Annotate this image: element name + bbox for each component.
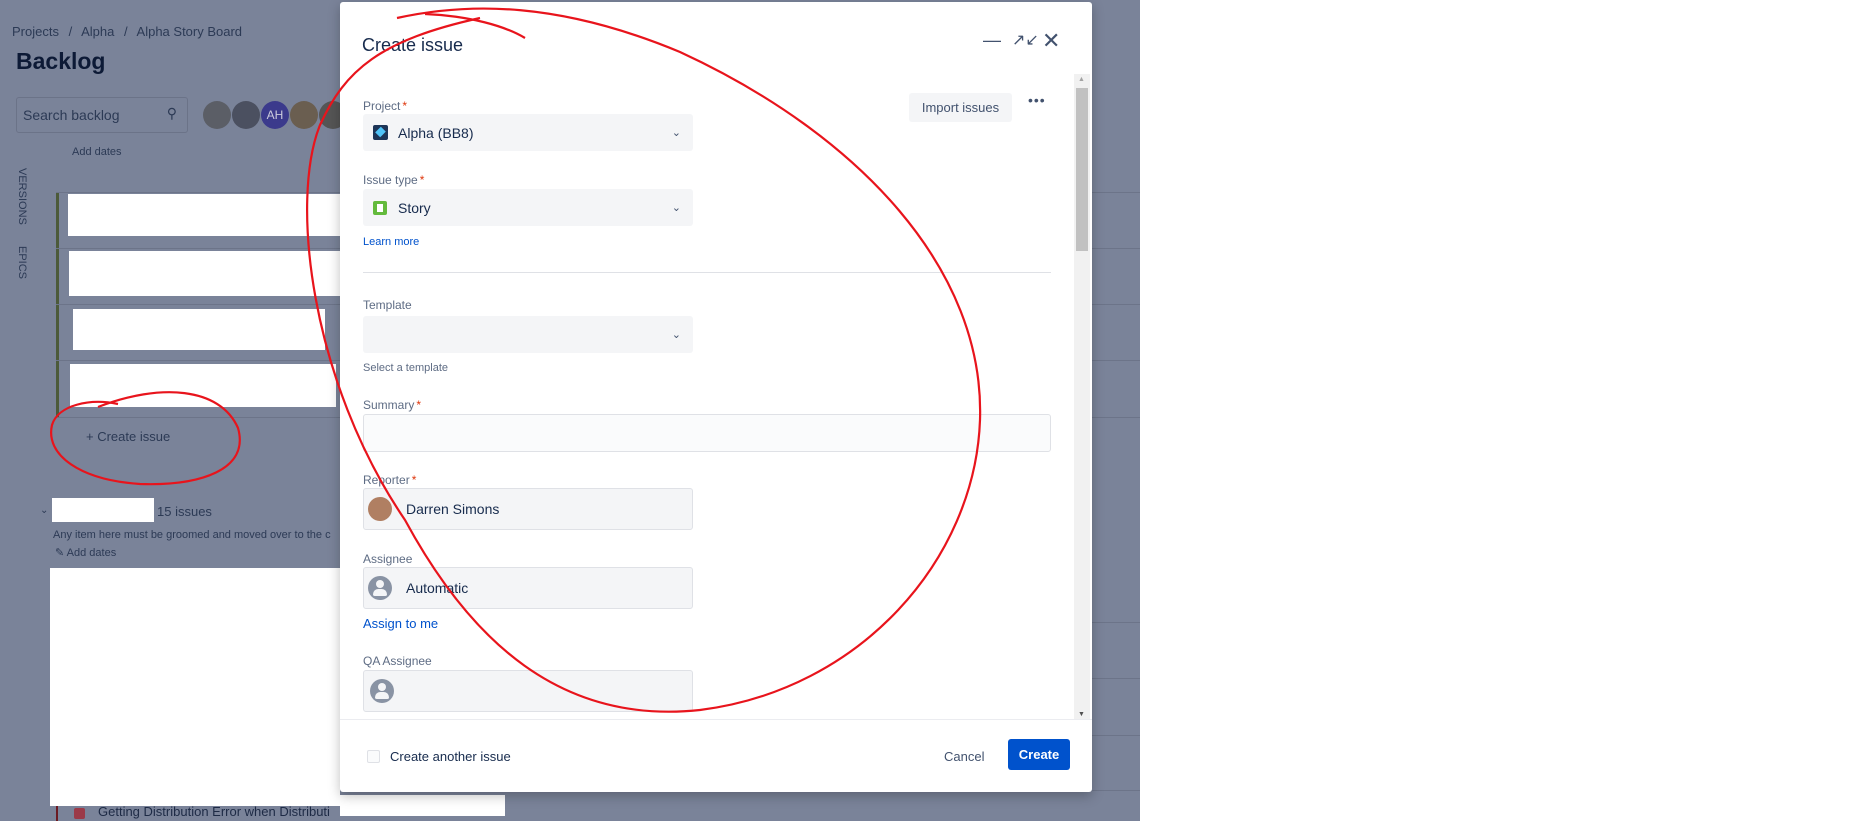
reporter-value: Darren Simons [406, 501, 500, 517]
chevron-down-icon[interactable]: ⌄ [40, 505, 48, 516]
summary-label: Summary * [363, 398, 422, 412]
search-placeholder: Search backlog [23, 107, 120, 123]
create-button[interactable]: Create [1008, 739, 1070, 770]
qa-assignee-label: QA Assignee [363, 654, 432, 668]
breadcrumb-separator: / [68, 24, 73, 39]
modal-scrollbar[interactable]: ▲ ▼ [1074, 74, 1090, 720]
close-icon[interactable]: ✕ [1042, 28, 1060, 54]
avatar-group: AH [203, 101, 361, 129]
summary-input[interactable] [363, 414, 1051, 452]
breadcrumb-projects[interactable]: Projects [12, 24, 59, 39]
breadcrumb-separator: / [124, 24, 128, 39]
redacted-text [340, 795, 505, 816]
assignee-field[interactable]: Automatic [363, 567, 693, 609]
issue-type-value: Story [398, 199, 431, 216]
avatar[interactable] [232, 101, 260, 129]
assignee-label: Assignee [363, 552, 413, 566]
template-label: Template [363, 298, 412, 312]
create-another-label: Create another issue [390, 749, 511, 764]
issue-type-select[interactable]: Story ⌄ [363, 189, 693, 226]
reporter-avatar [368, 497, 392, 521]
avatar-ah[interactable]: AH [261, 101, 289, 129]
redacted-issue[interactable] [70, 364, 336, 407]
create-issue-modal: Create issue — ↗↙ ✕ Project * Import issu… [340, 2, 1092, 792]
search-backlog-input[interactable]: Search backlog ⚲ [16, 97, 188, 133]
breadcrumb-alpha[interactable]: Alpha [81, 24, 114, 39]
breadcrumb-board[interactable]: Alpha Story Board [137, 24, 243, 39]
user-placeholder-icon [370, 679, 394, 703]
add-dates-label: Add dates [66, 547, 117, 559]
scrollbar-thumb[interactable] [1076, 88, 1088, 251]
bug-icon [74, 808, 85, 819]
project-select[interactable]: Alpha (BB8) ⌄ [363, 114, 693, 151]
chevron-down-icon: ⌄ [671, 202, 681, 214]
footer-divider [340, 719, 1092, 720]
avatar[interactable] [203, 101, 231, 129]
template-helper: Select a template [363, 362, 448, 374]
epics-tab[interactable]: EPICS [16, 246, 28, 279]
minimize-icon[interactable]: — [983, 30, 1001, 51]
backlog-count: 15 issues [157, 504, 212, 519]
create-another-checkbox[interactable]: Create another issue [367, 749, 511, 764]
user-placeholder-icon [368, 576, 392, 600]
import-issues-button[interactable]: Import issues [909, 93, 1012, 122]
modal-body: Project * Import issues ••• Alpha (BB8) ⌄… [340, 72, 1092, 720]
template-select[interactable]: ⌄ [363, 316, 693, 353]
project-rocket-icon [373, 125, 388, 140]
story-icon [373, 200, 387, 215]
chevron-down-icon: ⌄ [671, 329, 681, 341]
add-dates-link[interactable]: Add dates [72, 146, 122, 158]
backlog-description: Any item here must be groomed and moved … [53, 529, 331, 541]
bottom-issue[interactable]: Getting Distribution Error when Distribu… [98, 804, 330, 819]
chevron-down-icon: ⌄ [671, 127, 681, 139]
redacted-issue-list [50, 568, 340, 806]
breadcrumb: Projects / Alpha / Alpha Story Board [12, 24, 242, 39]
pencil-icon: ✎ [55, 547, 65, 559]
redacted-issue[interactable] [73, 309, 325, 350]
qa-assignee-field[interactable] [363, 670, 693, 712]
redacted-backlog-name [52, 498, 154, 522]
learn-more-link[interactable]: Learn more [363, 236, 419, 248]
more-options-icon[interactable]: ••• [1028, 92, 1046, 108]
divider [363, 272, 1051, 273]
cancel-button[interactable]: Cancel [944, 749, 984, 764]
reporter-label: Reporter * [363, 473, 417, 487]
scroll-up-icon[interactable]: ▲ [1078, 76, 1085, 83]
redacted-issue[interactable] [69, 251, 340, 296]
modal-title: Create issue [362, 35, 464, 55]
redacted-issue[interactable] [68, 194, 340, 236]
collapse-icon[interactable]: ↗↙ [1012, 30, 1039, 50]
project-label: Project * [363, 99, 408, 113]
create-issue-inline-button[interactable]: + Create issue [86, 429, 170, 444]
reporter-field[interactable]: Darren Simons [363, 488, 693, 530]
page-title: Backlog [16, 48, 106, 74]
search-icon: ⚲ [166, 105, 177, 121]
checkbox[interactable] [367, 750, 380, 763]
versions-tab[interactable]: VERSIONS [16, 168, 28, 225]
add-dates-link[interactable]: ✎ Add dates [55, 546, 116, 559]
assign-to-me-link[interactable]: Assign to me [363, 616, 438, 631]
scroll-down-icon[interactable]: ▼ [1078, 711, 1085, 718]
issue-type-label: Issue type * [363, 173, 425, 187]
avatar[interactable] [290, 101, 318, 129]
project-value: Alpha (BB8) [398, 124, 474, 141]
assignee-value: Automatic [406, 580, 469, 596]
